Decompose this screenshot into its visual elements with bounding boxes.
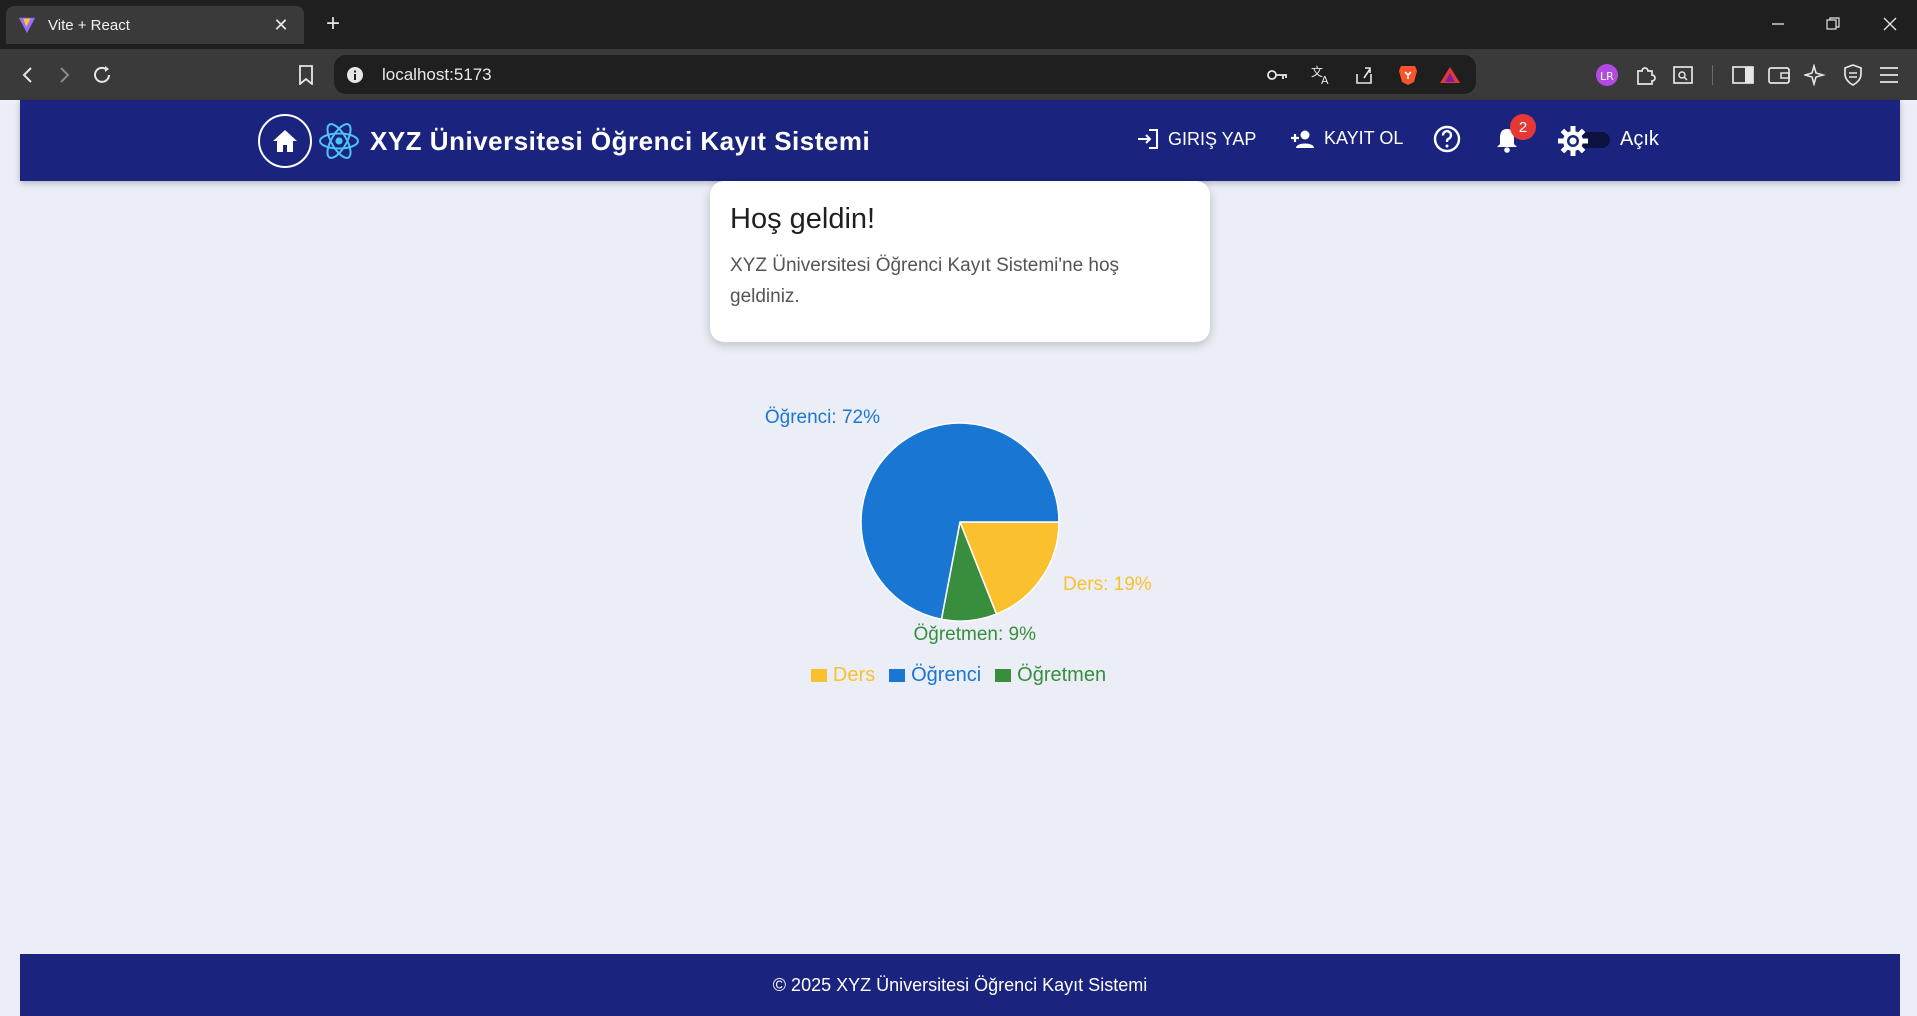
- home-icon: [273, 130, 297, 152]
- site-info-icon[interactable]: [346, 66, 364, 84]
- register-link[interactable]: KAYIT OL: [1290, 128, 1403, 149]
- reading-mode-icon[interactable]: [1670, 62, 1696, 88]
- legend-item-2[interactable]: Öğrenci: [889, 664, 981, 687]
- extensions-puzzle-icon[interactable]: [1632, 62, 1658, 88]
- back-icon[interactable]: [14, 61, 42, 89]
- add-user-icon: [1291, 130, 1314, 148]
- home-button[interactable]: [258, 114, 312, 168]
- app-header: XYZ Üniversitesi Öğrenci Kayıt Sistemi G…: [20, 100, 1900, 181]
- footer-text: © 2025 XYZ Üniversitesi Öğrenci Kayıt Si…: [772, 974, 1148, 995]
- close-tab-icon[interactable]: ✕: [270, 14, 292, 36]
- new-tab-icon[interactable]: +: [320, 12, 346, 38]
- notification-badge: 2: [1510, 114, 1536, 140]
- legend-label: Öğrenci: [911, 664, 982, 686]
- pie-label-3: Öğrenci: 72%: [765, 407, 880, 428]
- brave-shield-icon[interactable]: [1396, 63, 1420, 87]
- reload-icon[interactable]: [88, 61, 116, 89]
- browser-toolbar: localhost:5173 文A LR: [0, 49, 1917, 100]
- chart-legend: Ders Öğrenci Öğretmen: [0, 664, 1917, 687]
- profile-avatar-icon[interactable]: LR: [1594, 62, 1620, 88]
- footer: © 2025 XYZ Üniversitesi Öğrenci Kayıt Si…: [20, 954, 1900, 1016]
- welcome-text: XYZ Üniversitesi Öğrenci Kayıt Sistemi'n…: [730, 255, 1120, 307]
- welcome-title: Hoş geldin!: [730, 203, 876, 235]
- restore-icon[interactable]: [1815, 10, 1851, 38]
- brightness-icon[interactable]: [1556, 124, 1590, 158]
- pie-chart: Ders: 19% Öğretmen: 9% Öğrenci: 72%: [765, 407, 1152, 645]
- register-label: KAYIT OL: [1324, 128, 1404, 148]
- leo-ai-icon[interactable]: [1802, 62, 1828, 88]
- share-icon[interactable]: [1352, 63, 1376, 87]
- vite-favicon-icon: [18, 17, 36, 34]
- legend-swatch: [995, 669, 1012, 682]
- legend-swatch: [810, 669, 827, 682]
- bookmark-icon[interactable]: [292, 61, 320, 89]
- pie-label-1: Ders: 19%: [1063, 574, 1152, 595]
- app-title: XYZ Üniversitesi Öğrenci Kayıt Sistemi: [370, 126, 871, 156]
- pie-label-2: Öğretmen: 9%: [914, 624, 1037, 645]
- theme-label: Açık: [1620, 128, 1659, 150]
- welcome-card: Hoş geldin! XYZ Üniversitesi Öğrenci Kay…: [710, 181, 1210, 342]
- svg-text:LR: LR: [1600, 70, 1614, 83]
- react-logo-icon: [319, 123, 359, 159]
- legend-swatch: [889, 669, 906, 682]
- minimize-icon[interactable]: [1760, 10, 1796, 38]
- close-window-icon[interactable]: [1872, 10, 1908, 38]
- browser-tab[interactable]: Vite + React ✕: [6, 6, 304, 44]
- sidebar-toggle-icon[interactable]: [1730, 62, 1756, 88]
- login-label: GIRIŞ YAP: [1168, 128, 1257, 149]
- tab-title: Vite + React: [48, 16, 130, 34]
- login-icon: [1138, 129, 1158, 149]
- legend-label: Ders: [832, 664, 876, 686]
- legend-label: Öğretmen: [1017, 664, 1107, 686]
- url-text[interactable]: localhost:5173: [382, 65, 492, 85]
- svg-text:A: A: [1321, 74, 1329, 86]
- address-bar[interactable]: localhost:5173 文A: [334, 55, 1476, 94]
- vpn-shield-icon[interactable]: [1840, 62, 1866, 88]
- wallet-icon[interactable]: [1766, 62, 1792, 88]
- help-icon[interactable]: [1432, 124, 1462, 154]
- brave-rewards-icon[interactable]: [1438, 63, 1462, 87]
- menu-icon[interactable]: [1876, 62, 1902, 88]
- legend-item-3[interactable]: Öğretmen: [995, 664, 1106, 687]
- toolbar-divider: [1712, 65, 1713, 85]
- forward-icon[interactable]: [50, 61, 78, 89]
- browser-tab-bar: Vite + React ✕ +: [0, 0, 1917, 49]
- login-link[interactable]: GIRIŞ YAP: [1136, 128, 1256, 150]
- password-key-icon[interactable]: [1266, 63, 1290, 87]
- legend-item-1[interactable]: Ders: [810, 664, 876, 687]
- translate-icon[interactable]: 文A: [1310, 63, 1334, 87]
